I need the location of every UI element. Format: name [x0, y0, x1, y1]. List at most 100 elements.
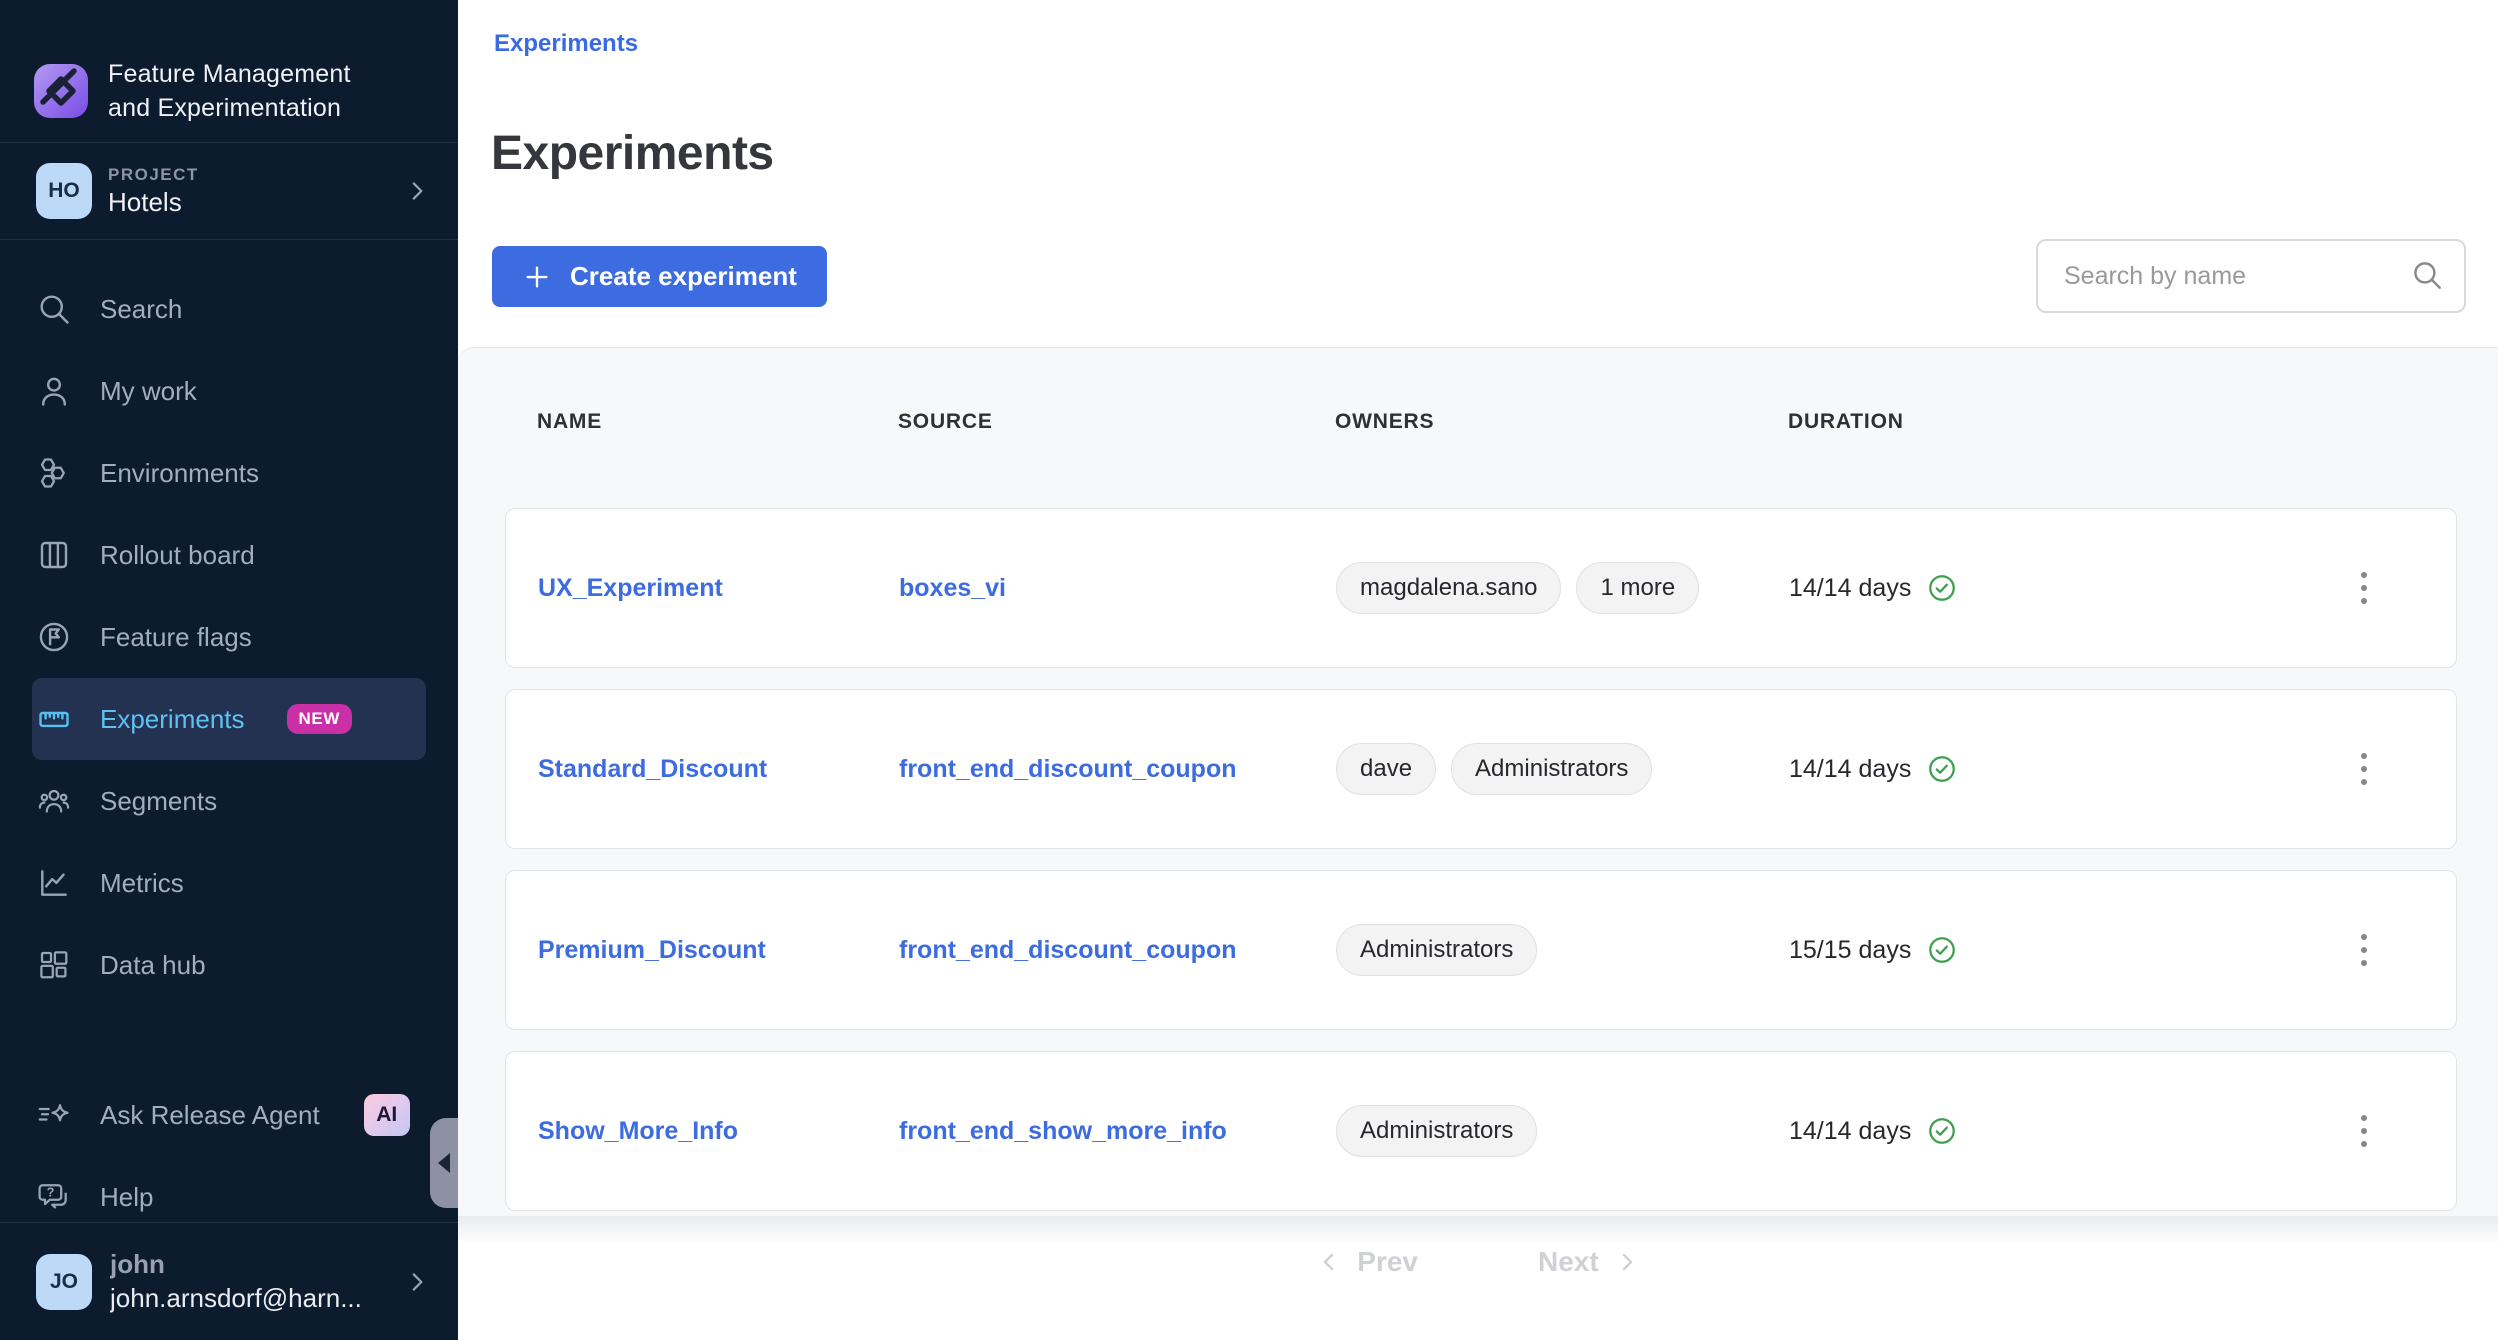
owner-pill[interactable]: Administrators — [1336, 924, 1537, 976]
experiment-name-link[interactable]: Show_More_Info — [538, 1117, 899, 1146]
create-experiment-button[interactable]: Create experiment — [492, 246, 827, 307]
experiments-table-panel: NAME SOURCE OWNERS DURATION UX_Experimen… — [458, 347, 2498, 1340]
owner-pill[interactable]: magdalena.sano — [1336, 562, 1561, 614]
pagination-area: Prev Next — [458, 1216, 2498, 1340]
experiment-source-link[interactable]: front_end_discount_coupon — [899, 755, 1336, 784]
sidebar-item-label: Rollout board — [100, 540, 255, 571]
sidebar-item-label: Search — [100, 294, 182, 325]
app-logo-row: Feature Management and Experimentation — [0, 0, 458, 142]
app-screen: Feature Management and Experimentation H… — [0, 0, 2498, 1340]
check-circle-icon — [1926, 753, 1958, 785]
experiment-source-link[interactable]: boxes_vi — [899, 574, 1336, 603]
duration-cell: 14/14 days — [1789, 1115, 2304, 1147]
experiment-name-link[interactable]: UX_Experiment — [538, 574, 899, 603]
sidebar-item-experiments[interactable]: Experiments NEW — [32, 678, 426, 760]
breadcrumb[interactable]: Experiments — [494, 30, 638, 58]
sidebar-item-environments[interactable]: Environments — [32, 432, 426, 514]
project-selector[interactable]: HO PROJECT Hotels — [0, 143, 458, 239]
next-page-button[interactable]: Next — [1538, 1246, 1639, 1278]
check-circle-icon — [1926, 572, 1958, 604]
sidebar-item-label: Environments — [100, 458, 259, 489]
sidebar-item-label: Help — [100, 1182, 153, 1213]
split-logo-icon — [32, 62, 90, 120]
sidebar-item-search[interactable]: Search — [32, 268, 426, 350]
sidebar-item-metrics[interactable]: Metrics — [32, 842, 426, 924]
user-email: john.arnsdorf@harn... — [110, 1283, 362, 1314]
search-icon — [36, 291, 72, 327]
user-avatar: JO — [36, 1254, 92, 1310]
project-name: Hotels — [108, 187, 199, 218]
chart-line-icon — [36, 865, 72, 901]
owners-cell: Administrators — [1336, 924, 1789, 976]
duration-value: 14/14 days — [1789, 574, 1911, 603]
sidebar-item-data-hub[interactable]: Data hub — [32, 924, 426, 1006]
prev-label: Prev — [1357, 1246, 1418, 1278]
sidebar-item-segments[interactable]: Segments — [32, 760, 426, 842]
chevron-right-icon — [404, 1269, 430, 1295]
owner-more-pill[interactable]: 1 more — [1576, 562, 1699, 614]
table-row: Premium_Discount front_end_discount_coup… — [505, 870, 2457, 1030]
sidebar-nav: Search My work Environments Rollout boar… — [0, 240, 458, 1238]
sidebar-item-ask-release-agent[interactable]: Ask Release Agent AI — [32, 1074, 426, 1156]
column-header-duration: DURATION — [1788, 410, 2305, 434]
sidebar-item-label: My work — [100, 376, 197, 407]
row-menu-button[interactable] — [2351, 1105, 2377, 1157]
row-menu-button[interactable] — [2351, 743, 2377, 795]
table-row: UX_Experiment boxes_vi magdalena.sano 1 … — [505, 508, 2457, 668]
flag-circle-icon — [36, 619, 72, 655]
search-by-name — [2036, 239, 2466, 313]
table-row: Show_More_Info front_end_show_more_info … — [505, 1051, 2457, 1211]
sidebar-item-feature-flags[interactable]: Feature flags — [32, 596, 426, 678]
sidebar-item-my-work[interactable]: My work — [32, 350, 426, 432]
column-header-name: NAME — [537, 410, 898, 434]
board-columns-icon — [36, 537, 72, 573]
duration-value: 14/14 days — [1789, 1117, 1911, 1146]
collapse-arrow-icon — [438, 1153, 450, 1173]
prev-page-button[interactable]: Prev — [1317, 1246, 1418, 1278]
experiment-name-link[interactable]: Standard_Discount — [538, 755, 899, 784]
check-circle-icon — [1926, 1115, 1958, 1147]
person-icon — [36, 373, 72, 409]
new-badge: NEW — [287, 704, 352, 734]
owners-cell: Administrators — [1336, 1105, 1789, 1157]
owner-pill[interactable]: Administrators — [1336, 1105, 1537, 1157]
sidebar-item-label: Data hub — [100, 950, 206, 981]
nav-spacer — [32, 1006, 426, 1074]
chevron-left-icon — [1317, 1250, 1341, 1274]
sparkle-lines-icon — [36, 1097, 72, 1133]
chevron-right-icon — [1615, 1250, 1639, 1274]
duration-value: 14/14 days — [1789, 755, 1911, 784]
sidebar-item-rollout-board[interactable]: Rollout board — [32, 514, 426, 596]
app-title: Feature Management and Experimentation — [108, 57, 351, 125]
svg-text:?: ? — [47, 1185, 55, 1200]
owners-cell: magdalena.sano 1 more — [1336, 562, 1789, 614]
column-header-source: SOURCE — [898, 410, 1335, 434]
table-row: Standard_Discount front_end_discount_cou… — [505, 689, 2457, 849]
row-menu-button[interactable] — [2351, 924, 2377, 976]
chevron-right-icon — [404, 178, 430, 204]
project-badge: HO — [36, 163, 92, 219]
experiment-name-link[interactable]: Premium_Discount — [538, 936, 899, 965]
experiment-source-link[interactable]: front_end_show_more_info — [899, 1117, 1336, 1146]
user-name: john — [110, 1249, 362, 1280]
owner-pill[interactable]: dave — [1336, 743, 1436, 795]
table-header: NAME SOURCE OWNERS DURATION — [505, 410, 2457, 434]
user-account[interactable]: JO john john.arnsdorf@harn... — [0, 1223, 458, 1340]
pagination: Prev Next — [458, 1246, 2498, 1278]
help-chat-icon: ? — [36, 1179, 72, 1215]
sidebar-item-label: Segments — [100, 786, 217, 817]
ai-badge: AI — [364, 1094, 410, 1136]
project-label: PROJECT — [108, 165, 199, 185]
owner-pill[interactable]: Administrators — [1451, 743, 1652, 795]
check-circle-icon — [1926, 934, 1958, 966]
row-menu-button[interactable] — [2351, 562, 2377, 614]
experiment-source-link[interactable]: front_end_discount_coupon — [899, 936, 1336, 965]
owners-cell: dave Administrators — [1336, 743, 1789, 795]
data-blocks-icon — [36, 947, 72, 983]
sidebar-item-label: Ask Release Agent — [100, 1100, 320, 1131]
people-icon — [36, 783, 72, 819]
sidebar-collapse-handle[interactable] — [430, 1118, 458, 1208]
duration-cell: 15/15 days — [1789, 934, 2304, 966]
search-input[interactable] — [2036, 239, 2466, 313]
duration-cell: 14/14 days — [1789, 572, 2304, 604]
